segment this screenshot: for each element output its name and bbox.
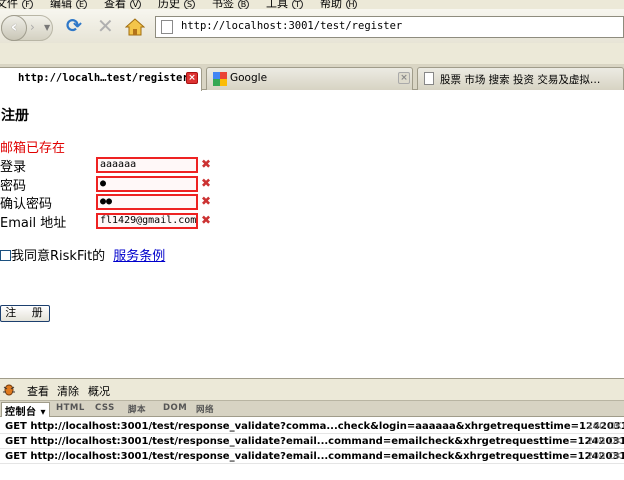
email-row: Email 地址 fl1429@gmail.com ✖ [0,212,260,231]
menu-bookmarks[interactable]: 书签 B [212,0,249,9]
address-bar[interactable]: http://localhost:3001/test/register [155,16,624,38]
log-entry[interactable]: GET http://localhost:3001/test/response_… [0,419,624,434]
firebug-toolbar: 查看 清除 概况 [0,378,624,400]
confirm-password-input[interactable]: ●● [96,194,198,210]
browser-window: { "menu": [ {"label": "文件", "key": "F"},… [0,0,624,480]
tab-stocks[interactable]: 股票 市场 搜索 投资 交易及虚拟… [417,67,624,90]
firebug-icon[interactable] [2,382,16,396]
tab-bar: http://localh…test/register × Google × 股… [0,65,624,91]
firebug-menu-clear[interactable]: 清除 [57,383,79,399]
firebug-tabs: 控制台 ▾ HTML CSS 脚本 DOM 网络 [0,400,624,418]
login-input[interactable]: aaaaaa [96,157,198,173]
url-text: http://localhost:3001/test/register [181,20,403,32]
page-icon [424,72,434,85]
page-icon [161,20,173,34]
menu-tools[interactable]: 工具 T [266,0,303,9]
stop-icon[interactable]: ✕ [97,16,114,36]
register-button[interactable]: 注 册 [0,305,50,322]
error-message: 邮箱已存在 [0,141,66,156]
terms-agreement: 我同意RiskFit的 服务条例 [0,245,165,264]
menu-history[interactable]: 历史 S [158,0,195,9]
confirm-password-row: 确认密码 ●● ✖ [0,193,260,212]
forward-arrow-icon[interactable]: › [30,20,35,34]
menu-help[interactable]: 帮助 H [320,0,357,9]
tab-dom[interactable]: DOM [163,403,187,413]
google-logo-icon [213,72,227,86]
tab-html[interactable]: HTML [56,403,85,413]
password-input[interactable]: ● [96,176,198,192]
error-x-icon: ✖ [201,213,212,227]
page-title: 注册 [1,108,29,124]
terms-link[interactable]: 服务条例 [113,249,165,264]
email-input[interactable]: fl1429@gmail.com [96,213,198,229]
tab-register[interactable]: http://localh…test/register × [0,67,202,91]
bookmarks-toolbar [0,43,624,65]
reload-icon[interactable]: ⟳ [66,17,82,36]
firebug-menu-profile[interactable]: 概况 [88,383,110,399]
log-entry[interactable]: GET http://localhost:3001/test/response_… [0,449,624,464]
tab-google[interactable]: Google × [206,67,413,90]
history-dropdown-icon[interactable]: ▼ [44,23,50,32]
menu-file[interactable]: 文件 F [0,0,33,9]
password-label: 密码 [0,179,27,194]
navigation-toolbar: ‹ › ▼ ⟳ ✕ http://localhost:3001/test/reg… [0,9,624,43]
agree-text: 我同意RiskFit的 [11,249,106,264]
error-x-icon: ✖ [201,176,212,190]
error-x-icon: ✖ [201,157,212,171]
menu-bar: 文件 F 编辑 E 查看 V 历史 S 书签 B 工具 T 帮助 H [0,0,624,9]
log-entry[interactable]: GET http://localhost:3001/test/response_… [0,434,624,449]
login-label: 登录 [0,160,27,175]
firebug-menu-view[interactable]: 查看 [27,383,49,399]
confirm-password-label: 确认密码 [0,197,53,212]
tab-script[interactable]: 脚本 [128,403,146,415]
menu-view[interactable]: 查看 V [104,0,141,9]
tab-close-icon[interactable]: × [398,72,410,84]
page-content: 注册 邮箱已存在 登录 aaaaaa ✖ 密码 ● ✖ 确认密码 ●● ✖ Em… [0,91,624,378]
menu-edit[interactable]: 编辑 E [50,0,87,9]
error-x-icon: ✖ [201,194,212,208]
password-row: 密码 ● ✖ [0,175,260,194]
home-icon[interactable] [125,18,145,36]
back-forward-group: ‹ › ▼ [1,15,53,41]
tab-css[interactable]: CSS [95,403,115,413]
tab-net[interactable]: 网络 [196,403,214,415]
login-row: 登录 aaaaaa ✖ [0,156,260,175]
back-arrow-icon[interactable]: ‹ [1,15,27,41]
agree-checkbox[interactable] [0,250,11,261]
console-log: GET http://localhost:3001/test/response_… [0,417,624,480]
email-label: Email 地址 [0,216,67,231]
tab-console[interactable]: 控制台 ▾ [1,402,51,418]
tab-close-icon[interactable]: × [186,72,198,84]
